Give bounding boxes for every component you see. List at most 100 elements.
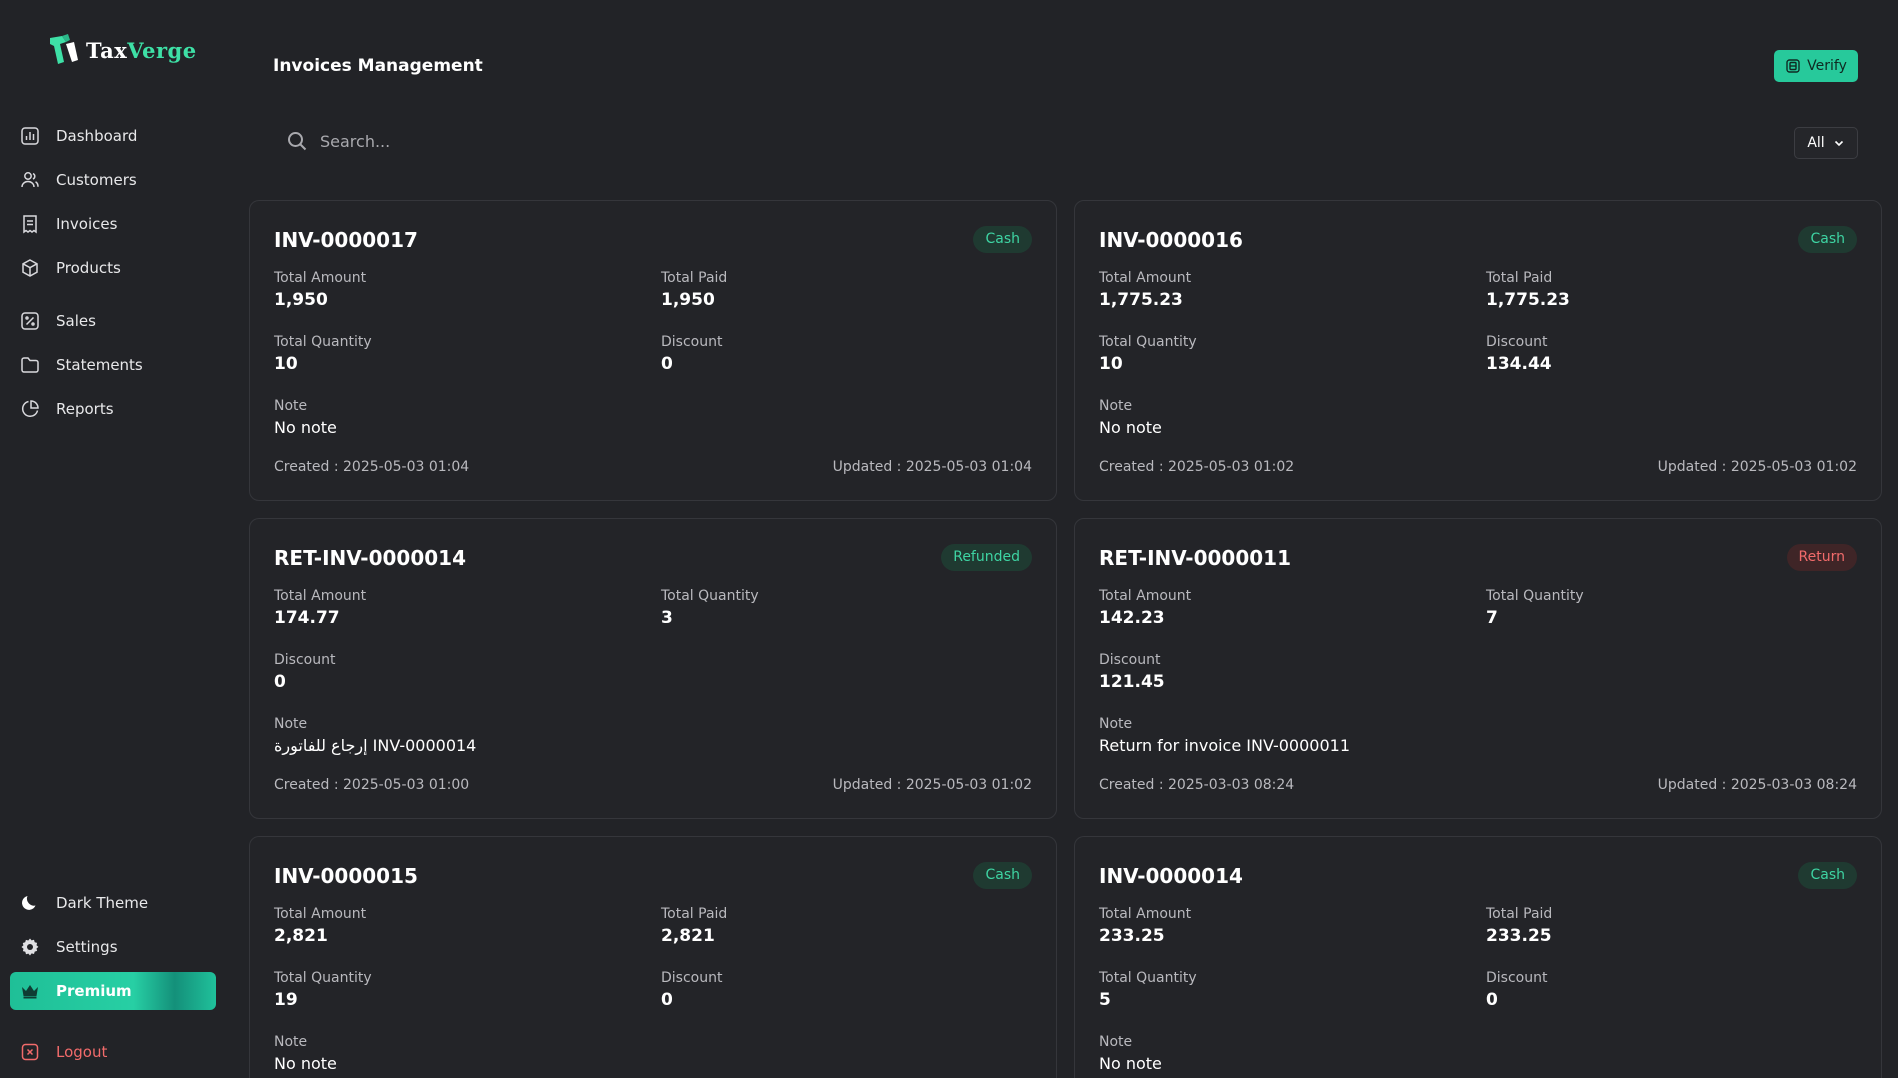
logo-mark-icon [50,34,78,64]
created-timestamp: Created : 2025-03-03 08:24 [1099,777,1295,793]
discount-field: Discount 0 [274,652,336,692]
status-badge: Cash [1798,862,1857,889]
sidebar-item-settings[interactable]: Settings [10,928,216,966]
sidebar-item-label: Sales [56,312,96,330]
total-paid-field: Total Paid 1,950 [661,270,728,310]
note-field: Note No note [1099,398,1162,437]
note-field: Note No note [1099,1034,1162,1073]
logout-label: Logout [56,1043,108,1061]
box-icon [20,258,40,278]
invoice-card[interactable]: INV-0000017 Cash Total Amount 1,950 Total… [249,200,1057,501]
updated-timestamp: Updated : 2025-05-03 01:02 [832,777,1032,793]
invoice-id: INV-0000017 [274,228,418,252]
created-timestamp: Created : 2025-05-03 01:02 [1099,459,1295,475]
premium-button[interactable]: Premium [10,972,216,1010]
status-badge: Cash [973,862,1032,889]
sidebar-item-dashboard[interactable]: Dashboard [10,117,216,155]
sidebar-item-label: Settings [56,938,118,956]
theme-toggle[interactable]: Dark Theme [10,884,216,922]
invoice-card[interactable]: RET-INV-0000014 Refunded Total Amount 174… [249,518,1057,819]
scan-icon [1786,59,1800,73]
moon-icon [20,893,40,913]
invoice-id: RET-INV-0000014 [274,546,466,570]
invoice-id: INV-0000016 [1099,228,1243,252]
total-amount-field: Total Amount 2,821 [274,906,367,946]
status-badge: Cash [1798,226,1857,253]
sidebar-item-label: Invoices [56,215,118,233]
folder-icon [20,355,40,375]
sidebar-item-label: Reports [56,400,114,418]
sidebar: TaxVerge Dashboard Customers Invoices Pr… [0,0,232,1078]
invoice-id: RET-INV-0000011 [1099,546,1291,570]
invoice-card[interactable]: INV-0000015 Cash Total Amount 2,821 Total… [249,836,1057,1078]
status-badge: Refunded [941,544,1032,571]
invoice-card[interactable]: INV-0000016 Cash Total Amount 1,775.23 To… [1074,200,1882,501]
crown-icon [20,981,40,1001]
note-field: Note Return for invoice INV-0000011 [1099,716,1351,755]
total-quantity-field: Total Quantity 3 [661,588,759,628]
theme-toggle-label: Dark Theme [56,894,149,912]
users-icon [20,170,40,190]
total-amount-field: Total Amount 233.25 [1099,906,1192,946]
gear-icon [20,937,40,957]
status-badge: Return [1786,544,1857,571]
sales-icon [20,311,40,331]
sidebar-item-customers[interactable]: Customers [10,161,216,199]
logo-text-tax: Tax [86,37,128,63]
filter-select[interactable]: All [1794,127,1858,159]
verify-label: Verify [1807,58,1847,74]
receipt-icon [20,214,40,234]
sidebar-item-sales[interactable]: Sales [10,302,216,340]
status-badge: Cash [973,226,1032,253]
total-amount-field: Total Amount 142.23 [1099,588,1192,628]
logo-text-verge: Verge [127,37,197,63]
discount-field: Discount 0 [661,334,723,374]
sidebar-item-products[interactable]: Products [10,249,216,287]
created-timestamp: Created : 2025-05-03 01:04 [274,459,470,475]
invoice-card[interactable]: INV-0000014 Cash Total Amount 233.25 Tota… [1074,836,1882,1078]
page-title: Invoices Management [273,56,483,76]
verify-button[interactable]: Verify [1774,50,1858,82]
sidebar-item-label: Dashboard [56,127,138,145]
total-paid-field: Total Paid 233.25 [1486,906,1553,946]
discount-field: Discount 121.45 [1099,652,1165,692]
note-field: Note No note [274,1034,337,1073]
pie-icon [20,399,40,419]
invoice-card[interactable]: RET-INV-0000011 Return Total Amount 142.2… [1074,518,1882,819]
invoice-id: INV-0000015 [274,864,418,888]
note-field: Note No note [274,398,337,437]
sidebar-item-label: Statements [56,356,143,374]
total-quantity-field: Total Quantity 10 [274,334,372,374]
note-field: Note إرجاع للفاتورة INV-0000014 [274,716,477,755]
updated-timestamp: Updated : 2025-05-03 01:02 [1657,459,1857,475]
total-quantity-field: Total Quantity 7 [1486,588,1584,628]
total-paid-field: Total Paid 2,821 [661,906,728,946]
total-paid-field: Total Paid 1,775.23 [1486,270,1570,310]
premium-label: Premium [56,982,132,1000]
total-quantity-field: Total Quantity 19 [274,970,372,1010]
logout-icon [20,1042,40,1062]
total-quantity-field: Total Quantity 10 [1099,334,1197,374]
total-amount-field: Total Amount 174.77 [274,588,367,628]
total-amount-field: Total Amount 1,775.23 [1099,270,1192,310]
logout-button[interactable]: Logout [10,1033,216,1071]
total-quantity-field: Total Quantity 5 [1099,970,1197,1010]
app-root: TaxVerge Dashboard Customers Invoices Pr… [0,0,1898,1078]
sidebar-item-reports[interactable]: Reports [10,390,216,428]
updated-timestamp: Updated : 2025-03-03 08:24 [1657,777,1857,793]
invoice-id: INV-0000014 [1099,864,1243,888]
discount-field: Discount 134.44 [1486,334,1552,374]
sidebar-item-statements[interactable]: Statements [10,346,216,384]
updated-timestamp: Updated : 2025-05-03 01:04 [832,459,1032,475]
sidebar-item-label: Products [56,259,121,277]
search-bar [286,130,920,152]
discount-field: Discount 0 [1486,970,1548,1010]
filter-value: All [1807,135,1825,151]
sidebar-item-invoices[interactable]: Invoices [10,205,216,243]
discount-field: Discount 0 [661,970,723,1010]
created-timestamp: Created : 2025-05-03 01:00 [274,777,470,793]
brand-logo[interactable]: TaxVerge [48,32,197,68]
search-icon [288,132,307,151]
search-input[interactable] [320,131,920,151]
total-amount-field: Total Amount 1,950 [274,270,367,310]
